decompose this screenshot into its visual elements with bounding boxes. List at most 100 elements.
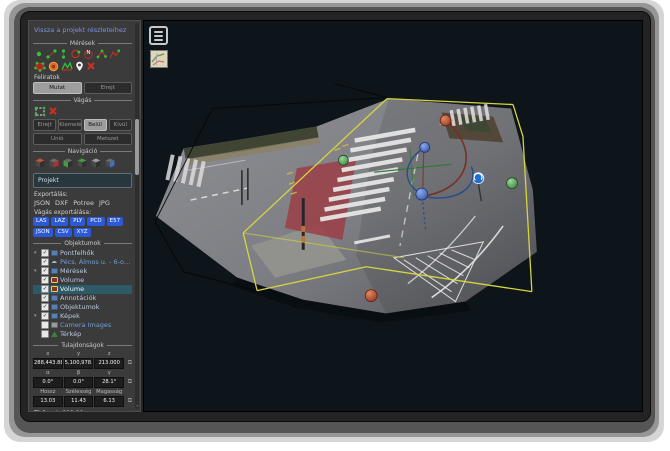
export-dxf-link[interactable]: DXF [55, 199, 68, 207]
export-xyz-button[interactable]: XYZ [74, 228, 91, 237]
export-las-button[interactable]: LAS [33, 217, 49, 226]
section-header-properties[interactable]: Tulajdonságok [33, 342, 132, 349]
clip-task-none-button[interactable]: Elrejt [33, 119, 56, 131]
expand-caret-icon[interactable]: ▾ [34, 268, 39, 274]
copy-icon[interactable]: ⧉ [125, 378, 132, 386]
view-right-cube-icon[interactable] [76, 157, 88, 169]
viewport-3d[interactable] [143, 20, 643, 412]
azimuth-measure-icon[interactable]: N [83, 49, 94, 59]
page-background: Vissza a projekt részleteihez Mérések ˄ … [0, 0, 670, 451]
section-header-objects[interactable]: Objektumok [33, 240, 132, 247]
view-front-cube-icon[interactable] [34, 157, 46, 169]
annotation-pin-icon[interactable] [75, 61, 84, 72]
checkbox[interactable] [41, 294, 49, 302]
view-left-cube-icon[interactable] [62, 157, 74, 169]
terrain-icon [51, 331, 58, 337]
folder-icon [51, 268, 58, 274]
section-header-measurements[interactable]: Mérések [33, 40, 132, 47]
sidebar: Vissza a projekt részleteihez Mérések ˄ … [28, 20, 141, 412]
distance-measure-icon[interactable] [46, 49, 57, 59]
checkbox[interactable] [41, 330, 49, 338]
tree-item-map[interactable]: Térkép [33, 330, 132, 339]
width-value: 11.43 [64, 396, 94, 407]
expand-caret-icon[interactable]: ▾ [34, 250, 39, 256]
export-csv-button[interactable]: CSV [55, 228, 72, 237]
svg-text:N: N [86, 50, 90, 56]
view-bottom-cube-icon[interactable] [104, 157, 116, 169]
angle-measure-icon[interactable] [96, 49, 107, 59]
export-caption: Exportálás: [34, 191, 132, 198]
handle-blue-lower[interactable] [416, 188, 428, 200]
export-laz-button[interactable]: LAZ [51, 217, 68, 226]
checkbox[interactable] [41, 303, 49, 311]
export-ply-button[interactable]: PLY [70, 217, 85, 226]
circle-measure-icon[interactable] [70, 49, 81, 59]
tree-item-volume-1[interactable]: Volume [33, 276, 132, 285]
folder-icon [51, 304, 58, 310]
back-to-project-link[interactable]: Vissza a projekt részleteihez [34, 27, 131, 35]
handle-green-left[interactable] [338, 155, 348, 165]
handle-red-top[interactable] [440, 115, 451, 126]
tree-item-pointclouds[interactable]: ▾Pontfelhők [33, 249, 132, 258]
export-json-link[interactable]: JSON [34, 199, 50, 207]
tree-item-volume-2-selected[interactable]: Volume [33, 285, 132, 294]
clip-method-union-button[interactable]: Unió [33, 133, 82, 145]
clip-task-highlight-button[interactable]: Kiemelés [58, 119, 81, 131]
checkbox[interactable] [41, 267, 49, 275]
folder-icon [51, 295, 58, 301]
section-header-navigation[interactable]: Navigáció [33, 148, 132, 155]
handle-blue-upper[interactable] [420, 142, 430, 152]
checkbox[interactable] [41, 312, 49, 320]
menu-button[interactable] [149, 26, 168, 45]
show-labels-button[interactable]: Mutat [33, 82, 82, 94]
remove-clip-icon[interactable] [48, 106, 58, 116]
export-potree-link[interactable]: Potree [73, 199, 94, 207]
map-preview-button[interactable] [150, 50, 168, 68]
clip-task-outside-button[interactable]: Kívül [109, 119, 132, 131]
view-back-cube-icon[interactable] [48, 157, 60, 169]
checkbox[interactable] [41, 276, 49, 284]
road-mesh[interactable] [156, 99, 537, 323]
scroll-down-icon[interactable]: ˅ [136, 405, 139, 412]
remove-measure-icon[interactable] [86, 61, 96, 71]
height-profile-icon[interactable] [61, 61, 73, 71]
height-measure-icon[interactable] [59, 49, 68, 59]
tree-item-measurements[interactable]: ▾Mérések [33, 267, 132, 276]
tree-item-pointcloud-file[interactable]: ☁Pécs, Álmos u. - 6-os - P... [33, 258, 132, 267]
export-e57-button[interactable]: E57 [107, 217, 123, 226]
checkbox[interactable] [41, 285, 49, 293]
clip-method-intersect-button[interactable]: Metszet [84, 133, 133, 145]
hide-labels-button[interactable]: Elrejt [84, 82, 133, 94]
cloud-icon: ☁ [51, 259, 58, 265]
copy-icon[interactable]: ⧉ [125, 397, 132, 405]
checkbox[interactable] [41, 249, 49, 257]
tree-item-objects[interactable]: Objektumok [33, 303, 132, 312]
clip-volume-icon[interactable] [34, 106, 46, 117]
export-jpg-link[interactable]: JPG [99, 199, 110, 207]
area-measure-icon[interactable] [34, 61, 46, 72]
expand-caret-icon[interactable]: ▾ [34, 313, 39, 319]
checkbox[interactable] [41, 321, 49, 329]
angle-beta-value: 0.0° [64, 377, 94, 388]
scrollbar-thumb[interactable] [135, 119, 139, 175]
view-top-cube-icon[interactable] [90, 157, 102, 169]
tree-item-camera-images[interactable]: Camera Images [33, 321, 132, 330]
section-header-clipping[interactable]: Vágás [33, 97, 132, 104]
export-pcd-button[interactable]: PCD [87, 217, 104, 226]
copy-icon[interactable]: ⧉ [125, 359, 132, 367]
export-json2-button[interactable]: JSON [33, 228, 53, 237]
clip-task-inside-button[interactable]: Belül [84, 119, 107, 131]
sphere-volume-icon[interactable] [48, 61, 59, 72]
tree-item-annotations[interactable]: Annotációk [33, 294, 132, 303]
handle-red-bottom[interactable] [365, 290, 377, 302]
handle-green-right[interactable] [507, 178, 518, 189]
project-button[interactable]: Projekt [33, 173, 132, 188]
export-format-links: JSON DXF Potree JPG [34, 199, 132, 207]
path-measure-icon[interactable] [109, 49, 120, 59]
point-measure-icon[interactable] [34, 49, 44, 59]
labels-caption: Feliratok [34, 74, 132, 81]
scene-canvas[interactable] [144, 21, 642, 411]
checkbox[interactable] [41, 258, 49, 266]
tree-item-images[interactable]: ▾Képek [33, 312, 132, 321]
sidebar-scrollbar[interactable] [135, 23, 139, 409]
